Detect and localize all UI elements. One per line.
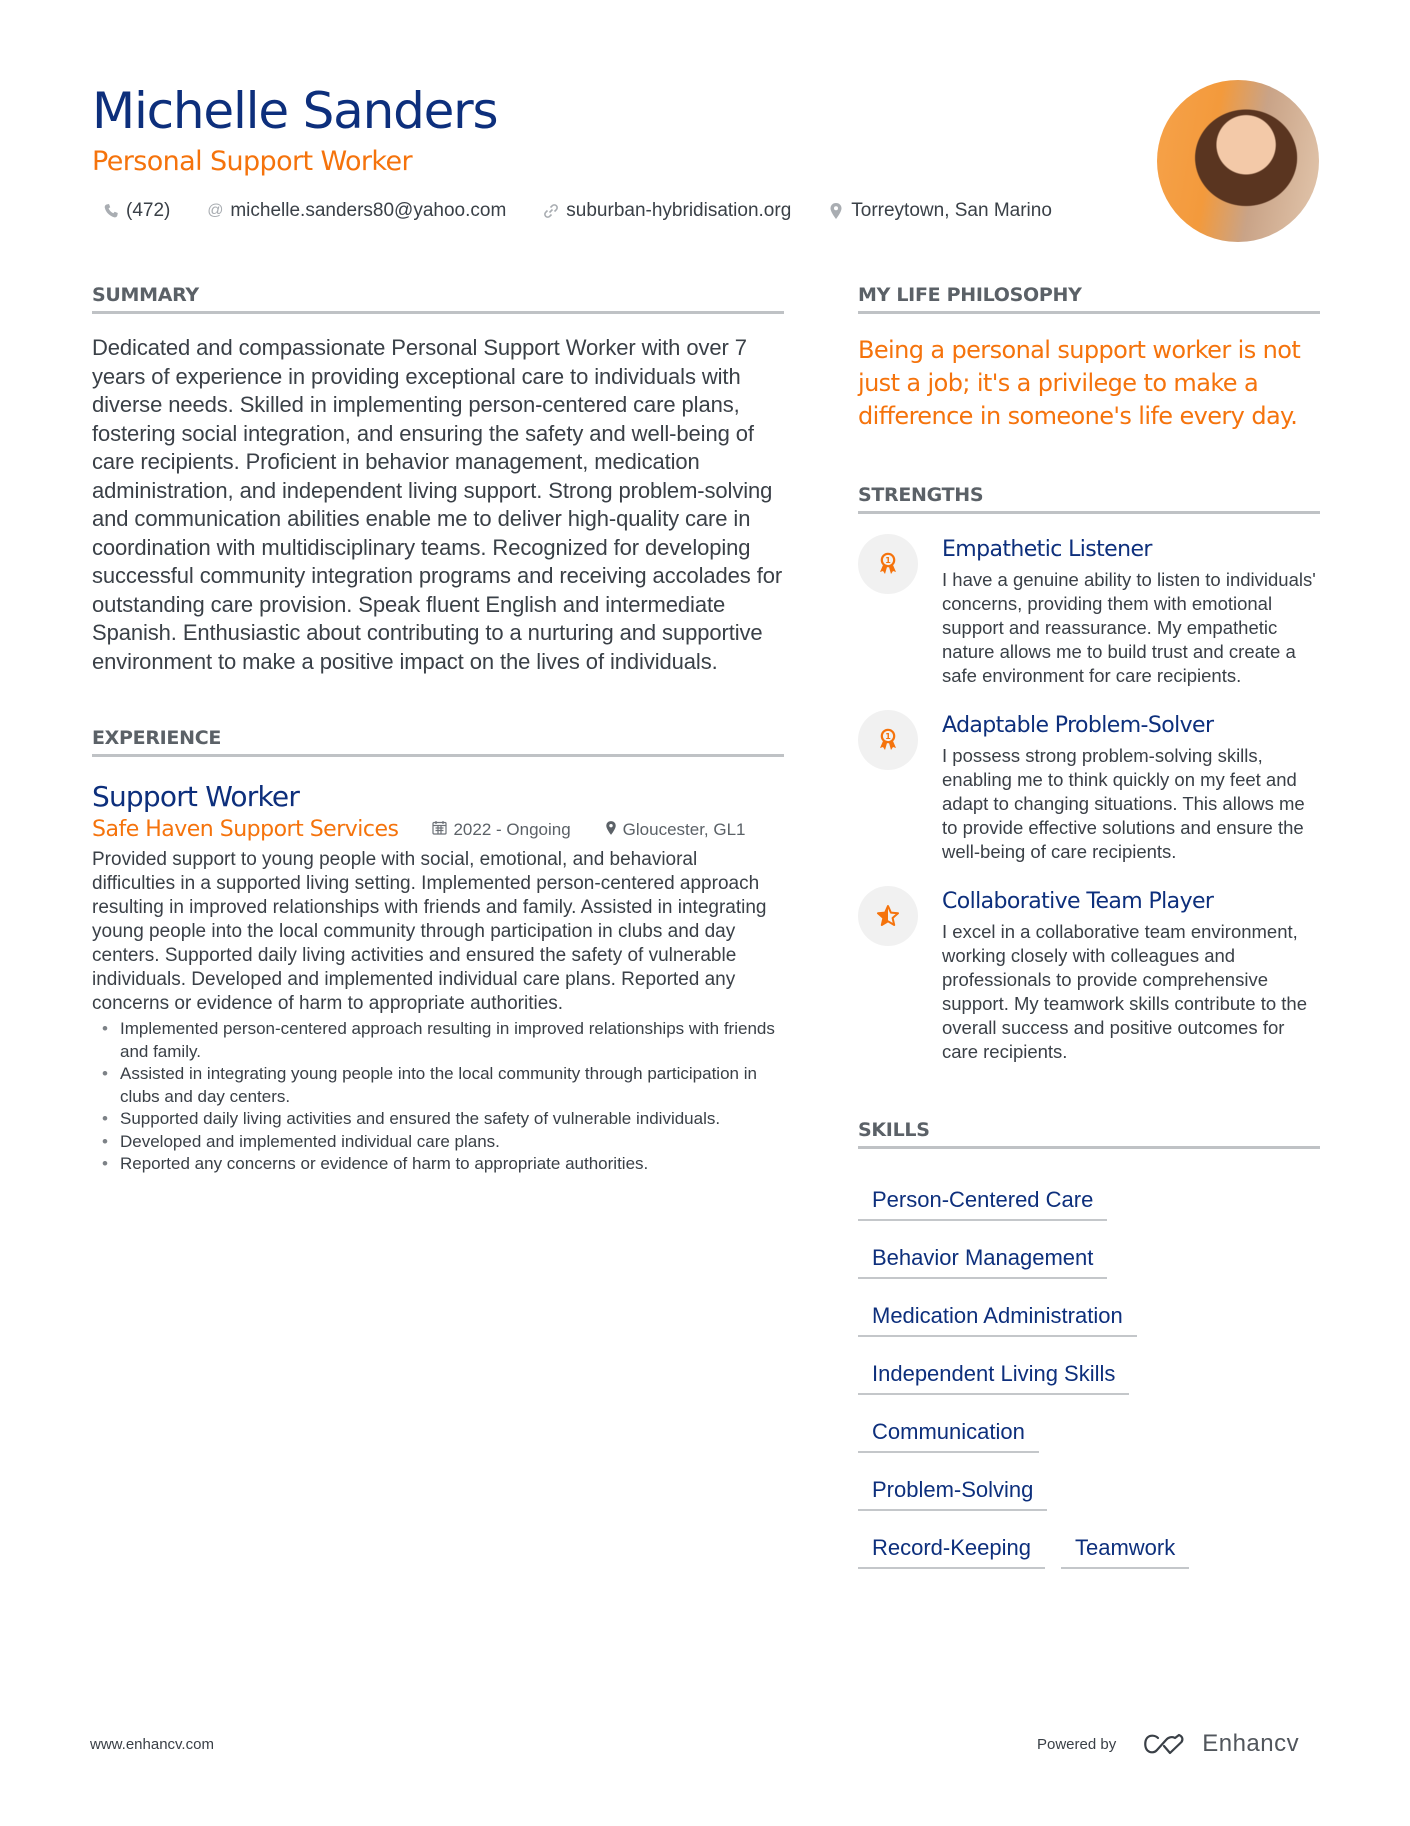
bullet-dot: •	[102, 1154, 108, 1173]
job-bullets: • Implemented person-centered approach re…	[92, 1018, 784, 1176]
bullet-text: Supported daily living activities and en…	[120, 1109, 721, 1128]
job-location: Gloucester, GL1	[605, 820, 746, 840]
skill-tag: Independent Living Skills	[858, 1351, 1130, 1395]
job-meta: Safe Haven Support Services 2022 - Ongoi…	[92, 817, 784, 842]
bullet-dot: •	[102, 1131, 108, 1151]
strength-description: I have a genuine ability to listen to in…	[942, 569, 1316, 686]
award-ribbon-icon: 1	[858, 710, 918, 770]
bullet-text: Assisted in integrating young people int…	[120, 1064, 757, 1106]
job-dates: 2022 - Ongoing	[432, 819, 571, 840]
summary-heading: SUMMARY	[92, 283, 784, 314]
strength-item: 1 Adaptable Problem-Solver I possess str…	[858, 710, 1320, 864]
strength-item: 1 Empathetic Listener I have a genuine a…	[858, 534, 1320, 688]
award-ribbon-icon: 1	[858, 534, 918, 594]
location-icon	[827, 202, 845, 220]
skill-tag: Problem-Solving	[858, 1467, 1048, 1511]
resume-header: Michelle Sanders Personal Support Worker…	[92, 78, 1092, 222]
skill-tag: Behavior Management	[858, 1235, 1108, 1279]
summary-text: Dedicated and compassionate Personal Sup…	[92, 335, 783, 674]
strength-body: Adaptable Problem-Solver I possess stron…	[942, 712, 1320, 864]
skill-tag: Record-Keeping	[858, 1525, 1045, 1569]
strength-description: I possess strong problem-solving skills,…	[942, 745, 1305, 862]
strength-description: I excel in a collaborative team environm…	[942, 921, 1308, 1062]
website-text: suburban-hybridisation.org	[566, 200, 792, 221]
bullet-text: Developed and implemented individual car…	[120, 1131, 500, 1151]
enhancv-logo-icon	[1144, 1733, 1184, 1755]
location-icon	[605, 820, 617, 840]
candidate-title: Personal Support Worker	[92, 146, 413, 177]
strength-title: Empathetic Listener	[942, 537, 1152, 562]
profile-photo	[1157, 80, 1319, 242]
left-column: SUMMARY Dedicated and compassionate Pers…	[92, 283, 784, 1176]
calendar-icon	[432, 820, 448, 839]
contact-website[interactable]: suburban-hybridisation.org	[542, 200, 791, 222]
philosophy-quote: Being a personal support worker is not j…	[858, 336, 1301, 430]
contact-row: (472) @ michelle.sanders80@yahoo.com sub…	[92, 200, 1092, 222]
skill-tag: Medication Administration	[858, 1293, 1137, 1337]
contact-phone[interactable]: (472)	[102, 200, 170, 222]
strengths-heading: STRENGTHS	[858, 483, 1320, 514]
strength-title: Collaborative Team Player	[942, 889, 1214, 914]
right-column: MY LIFE PHILOSOPHY Being a personal supp…	[858, 283, 1320, 1569]
skills-section: SKILLS Person-Centered Care Behavior Man…	[858, 1118, 1320, 1569]
bullet-dot: •	[102, 1064, 108, 1083]
strengths-section: STRENGTHS 1 Empathetic Listener I have a…	[858, 483, 1320, 1064]
philosophy-section: MY LIFE PHILOSOPHY Being a personal supp…	[858, 283, 1320, 433]
email-text: michelle.sanders80@yahoo.com	[230, 200, 507, 221]
link-icon	[542, 202, 560, 220]
phone-text: (472)	[126, 200, 171, 221]
phone-icon	[102, 202, 120, 220]
strength-body: Collaborative Team Player I excel in a c…	[942, 888, 1320, 1064]
strength-item: Collaborative Team Player I excel in a c…	[858, 886, 1320, 1064]
enhancv-brand-name: Enhancv	[1202, 1730, 1300, 1757]
job-description: Provided support to young people with so…	[92, 849, 767, 1014]
bullet-text: Implemented person-centered approach res…	[120, 1019, 775, 1061]
bullet-dot: •	[102, 1019, 108, 1038]
skill-tag: Teamwork	[1060, 1525, 1190, 1569]
bullet-dot: •	[102, 1109, 108, 1128]
job-bullet: • Reported any concerns or evidence of ha…	[92, 1153, 784, 1176]
philosophy-heading: MY LIFE PHILOSOPHY	[858, 283, 1320, 314]
candidate-name: Michelle Sanders	[92, 82, 499, 140]
experience-section: EXPERIENCE Support Worker Safe Haven Sup…	[92, 726, 784, 1176]
svg-text:1: 1	[885, 556, 891, 565]
company-name: Safe Haven Support Services	[92, 817, 399, 842]
powered-by-label: Powered by	[1037, 1735, 1117, 1753]
strength-body: Empathetic Listener I have a genuine abi…	[942, 536, 1320, 688]
job-bullet: • Developed and implemented individual ca…	[92, 1131, 784, 1154]
svg-text:1: 1	[885, 732, 891, 741]
experience-heading: EXPERIENCE	[92, 726, 784, 757]
job-title: Support Worker	[92, 780, 300, 813]
job-bullet: • Supported daily living activities and e…	[92, 1108, 784, 1131]
footer-branding: Powered by Enhancv	[1037, 1730, 1299, 1758]
skill-list: Person-Centered Care Behavior Management…	[858, 1163, 1328, 1569]
half-star-icon	[858, 886, 918, 946]
job-bullet: • Assisted in integrating young people in…	[92, 1063, 784, 1108]
job-dates-text: 2022 - Ongoing	[453, 819, 571, 839]
job-bullet: • Implemented person-centered approach re…	[92, 1018, 784, 1063]
contact-location: Torreytown, San Marino	[827, 200, 1052, 222]
at-icon: @	[207, 202, 224, 219]
skills-heading: SKILLS	[858, 1118, 1320, 1149]
skill-tag: Communication	[858, 1409, 1039, 1453]
experience-entry: Support Worker Safe Haven Support Servic…	[92, 779, 784, 1176]
skill-tag: Person-Centered Care	[858, 1177, 1108, 1221]
job-location-text: Gloucester, GL1	[622, 819, 746, 839]
bullet-text: Reported any concerns or evidence of har…	[120, 1154, 649, 1173]
strength-title: Adaptable Problem-Solver	[942, 713, 1214, 738]
contact-email[interactable]: @ michelle.sanders80@yahoo.com	[206, 200, 506, 222]
footer-website-link[interactable]: www.enhancv.com	[90, 1736, 214, 1753]
location-text: Torreytown, San Marino	[851, 200, 1052, 221]
summary-section: SUMMARY Dedicated and compassionate Pers…	[92, 283, 784, 676]
